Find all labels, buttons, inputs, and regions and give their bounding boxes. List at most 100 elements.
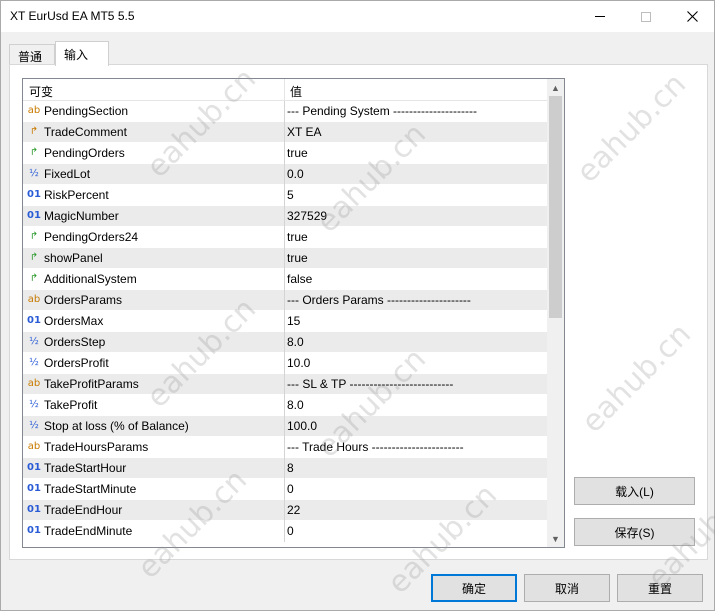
parameter-value[interactable]: 15: [287, 314, 300, 328]
minimize-button[interactable]: [577, 1, 623, 32]
cell-divider: [284, 290, 285, 311]
maximize-button: [623, 1, 669, 32]
table-row[interactable]: ↱ PendingOrders true: [23, 143, 547, 164]
integer-type-icon: 01: [27, 504, 41, 515]
parameter-name: Stop at loss (% of Balance): [44, 419, 189, 433]
table-row[interactable]: 01 TradeStartHour 8: [23, 458, 547, 479]
parameter-name: OrdersParams: [44, 293, 123, 307]
integer-type-icon: 01: [27, 315, 41, 326]
vertical-scrollbar[interactable]: ▲ ▼: [547, 79, 564, 547]
table-row[interactable]: 01 OrdersMax 15: [23, 311, 547, 332]
cell-divider: [284, 164, 285, 185]
parameter-name: PendingSection: [44, 104, 129, 118]
title-bar[interactable]: XT EurUsd EA MT5 5.5: [1, 1, 714, 32]
parameter-value[interactable]: --- SL & TP --------------------------: [287, 377, 453, 391]
parameter-value[interactable]: true: [287, 230, 308, 244]
parameter-name: FixedLot: [44, 167, 91, 181]
table-row[interactable]: 01 MagicNumber 327529: [23, 206, 547, 227]
maximize-icon: [641, 11, 651, 22]
integer-type-icon: 01: [27, 483, 41, 494]
cell-divider: [284, 437, 285, 458]
parameter-value[interactable]: 8.0: [287, 335, 304, 349]
parameter-value[interactable]: --- Pending System ---------------------: [287, 104, 477, 118]
parameter-value[interactable]: 327529: [287, 209, 327, 223]
parameter-value[interactable]: false: [287, 272, 312, 286]
parameter-name: showPanel: [44, 251, 103, 265]
parameter-value[interactable]: 22: [287, 503, 300, 517]
load-button[interactable]: 载入(L): [574, 477, 695, 505]
parameter-name: PendingOrders: [44, 146, 125, 160]
table-row[interactable]: ½ TakeProfit 8.0: [23, 395, 547, 416]
table-row[interactable]: 01 TradeStartMinute 0: [23, 479, 547, 500]
grid-rows: ab PendingSection --- Pending System -----…: [23, 101, 547, 542]
parameter-value[interactable]: 0.0: [287, 167, 304, 181]
parameter-name: AdditionalSystem: [44, 272, 137, 286]
cancel-button[interactable]: 取消: [524, 574, 610, 602]
parameter-value[interactable]: 5: [287, 188, 294, 202]
table-row[interactable]: ab TakeProfitParams --- SL & TP ----------…: [23, 374, 547, 395]
table-row[interactable]: ½ OrdersStep 8.0: [23, 332, 547, 353]
bool-type-icon: ↱: [29, 252, 39, 263]
parameter-value[interactable]: --- Trade Hours -----------------------: [287, 440, 464, 454]
parameter-value[interactable]: 8.0: [287, 398, 304, 412]
parameter-value[interactable]: 0: [287, 482, 294, 496]
parameter-value[interactable]: 8: [287, 461, 294, 475]
table-row[interactable]: 01 TradeEndHour 22: [23, 500, 547, 521]
parameter-value[interactable]: 10.0: [287, 356, 310, 370]
parameter-value[interactable]: --- Orders Params ---------------------: [287, 293, 471, 307]
table-row[interactable]: ↱ PendingOrders24 true: [23, 227, 547, 248]
close-icon: [686, 11, 698, 22]
parameter-name: TakeProfit: [44, 398, 98, 412]
table-row[interactable]: 01 RiskPercent 5: [23, 185, 547, 206]
scroll-thumb[interactable]: [549, 96, 562, 318]
table-row[interactable]: ab PendingSection --- Pending System -----…: [23, 101, 547, 122]
integer-type-icon: 01: [27, 525, 41, 536]
parameter-name: TradeHoursParams: [44, 440, 149, 454]
cell-divider: [284, 185, 285, 206]
reset-button[interactable]: 重置: [617, 574, 703, 602]
double-type-icon: ½: [29, 168, 39, 179]
cell-divider: [284, 206, 285, 227]
double-type-icon: ½: [29, 399, 39, 410]
scroll-down-button[interactable]: ▼: [547, 530, 564, 547]
parameter-value[interactable]: 0: [287, 524, 294, 538]
parameter-name: TradeStartHour: [44, 461, 127, 475]
table-row[interactable]: ↱ showPanel true: [23, 248, 547, 269]
ea-properties-dialog: XT EurUsd EA MT5 5.5 普通 输入 可变 值 ab Pendin…: [0, 0, 715, 611]
string-type-icon: ab: [27, 294, 41, 305]
column-header-variable[interactable]: 可变: [29, 83, 53, 100]
column-header-value[interactable]: 值: [290, 83, 302, 100]
table-row[interactable]: ↱ TradeComment XT EA: [23, 122, 547, 143]
table-row[interactable]: ½ Stop at loss (% of Balance) 100.0: [23, 416, 547, 437]
cell-divider: [284, 143, 285, 164]
parameter-value[interactable]: true: [287, 251, 308, 265]
table-row[interactable]: ½ OrdersProfit 10.0: [23, 353, 547, 374]
watermark-text: eahub.cn: [575, 316, 699, 440]
save-button[interactable]: 保存(S): [574, 518, 695, 546]
parameter-name: TradeEndMinute: [44, 524, 133, 538]
ok-button[interactable]: 确定: [431, 574, 517, 602]
parameter-value[interactable]: XT EA: [287, 125, 321, 139]
table-row[interactable]: ab TradeHoursParams --- Trade Hours ------…: [23, 437, 547, 458]
parameter-name: TradeEndHour: [44, 503, 123, 517]
cell-divider: [284, 521, 285, 542]
table-row[interactable]: 01 TradeEndMinute 0: [23, 521, 547, 542]
cell-divider: [284, 395, 285, 416]
tab-common[interactable]: 普通: [9, 44, 55, 65]
cell-divider: [284, 101, 285, 122]
column-divider[interactable]: [284, 79, 285, 101]
cell-divider: [284, 458, 285, 479]
string-type-icon: ↱: [29, 126, 39, 137]
parameter-value[interactable]: 100.0: [287, 419, 317, 433]
cell-divider: [284, 227, 285, 248]
table-row[interactable]: ab OrdersParams --- Orders Params --------…: [23, 290, 547, 311]
close-button[interactable]: [669, 1, 715, 32]
table-row[interactable]: ½ FixedLot 0.0: [23, 164, 547, 185]
scroll-up-button[interactable]: ▲: [547, 79, 564, 96]
tab-inputs[interactable]: 输入: [55, 41, 109, 66]
cell-divider: [284, 500, 285, 521]
table-row[interactable]: ↱ AdditionalSystem false: [23, 269, 547, 290]
watermark-text: eahub.cn: [570, 66, 694, 190]
parameter-value[interactable]: true: [287, 146, 308, 160]
cell-divider: [284, 311, 285, 332]
